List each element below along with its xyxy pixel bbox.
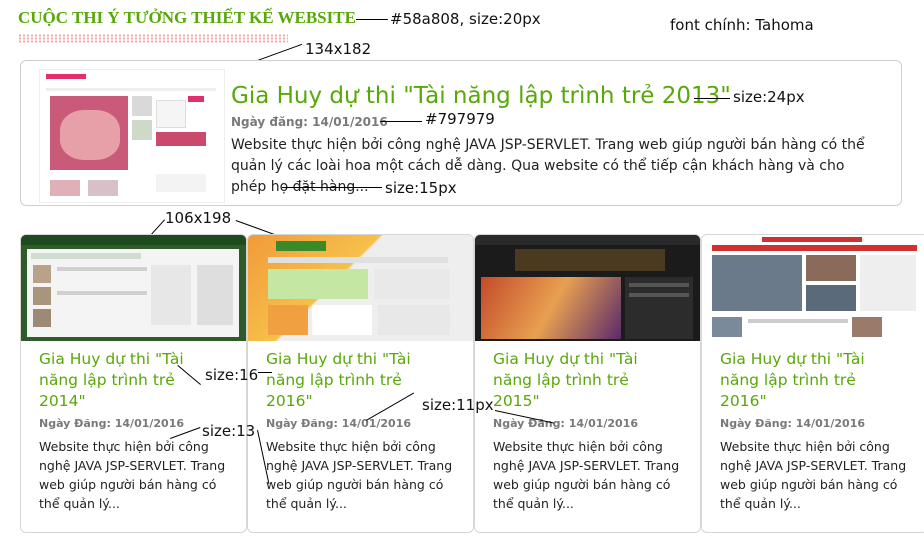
annotation-font-main: font chính: Tahoma — [670, 16, 814, 34]
entry-thumbnail[interactable] — [21, 235, 246, 341]
featured-thumbnail[interactable] — [39, 69, 225, 203]
entry-date: Ngày Đăng: 14/01/2016 — [493, 417, 639, 430]
title-dotted-divider — [18, 34, 288, 43]
annotation-featured-thumb-size: 134x182 — [305, 40, 372, 58]
annotation-line-title — [356, 19, 388, 20]
entry-card[interactable]: Gia Huy dự thi "Tài năng lập trình trẻ 2… — [701, 234, 924, 533]
annotation-line-desc-size — [282, 187, 382, 188]
entry-title[interactable]: Gia Huy dự thi "Tài năng lập trình trẻ 2… — [720, 349, 890, 412]
page-title: CUỘC THI Ý TƯỞNG THIẾT KẾ WEBSITE — [18, 8, 356, 27]
featured-title[interactable]: Gia Huy dự thi "Tài năng lập trình trẻ 2… — [231, 83, 731, 109]
annotation-featured-title-size: size:24px — [733, 88, 805, 106]
entry-card[interactable]: Gia Huy dự thi "Tài năng lập trình trẻ 2… — [247, 234, 474, 533]
entry-description: Website thực hiện bởi công nghệ JAVA JSP… — [39, 439, 226, 511]
entry-title[interactable]: Gia Huy dự thi "Tài năng lập trình trẻ 2… — [493, 349, 663, 412]
entry-thumbnail[interactable] — [475, 235, 700, 341]
entry-description: Website thực hiện bởi công nghệ JAVA JSP… — [720, 439, 907, 511]
entry-description: Website thực hiện bởi công nghệ JAVA JSP… — [266, 439, 453, 511]
entry-card[interactable]: Gia Huy dự thi "Tài năng lập trình trẻ 2… — [474, 234, 701, 533]
annotation-line-date-color — [380, 121, 422, 122]
annotation-card-thumb-size: 106x198 — [165, 209, 232, 227]
entry-description: Website thực hiện bởi công nghệ JAVA JSP… — [493, 439, 680, 511]
entry-thumbnail[interactable] — [248, 235, 473, 341]
featured-description: Website thực hiện bởi công nghệ JAVA JSP… — [231, 137, 865, 195]
annotation-card-title-size: size:16 — [205, 366, 259, 384]
entry-title[interactable]: Gia Huy dự thi "Tài năng lập trình trẻ 2… — [266, 349, 436, 412]
annotation-card-desc-size: size:13 — [202, 422, 256, 440]
entry-date: Ngày Đăng: 14/01/2016 — [39, 417, 185, 430]
featured-date: Ngày đăng: 14/01/2016 — [231, 115, 388, 129]
annotation-date-color: #797979 — [425, 110, 495, 128]
annotation-title-color: #58a808, size:20px — [390, 10, 541, 28]
entry-thumbnail[interactable] — [702, 235, 924, 341]
featured-entry-card[interactable]: Gia Huy dự thi "Tài năng lập trình trẻ 2… — [20, 60, 902, 206]
annotation-line-featured-title — [694, 98, 730, 99]
annotation-desc-size: size:15px — [385, 179, 457, 197]
entry-date: Ngày Đăng: 14/01/2016 — [266, 417, 412, 430]
annotation-line-card-title-right — [258, 372, 272, 373]
entry-title[interactable]: Gia Huy dự thi "Tài năng lập trình trẻ 2… — [39, 349, 209, 412]
entry-date: Ngày Đăng: 14/01/2016 — [720, 417, 866, 430]
annotation-card-date-size: size:11px — [422, 396, 494, 414]
